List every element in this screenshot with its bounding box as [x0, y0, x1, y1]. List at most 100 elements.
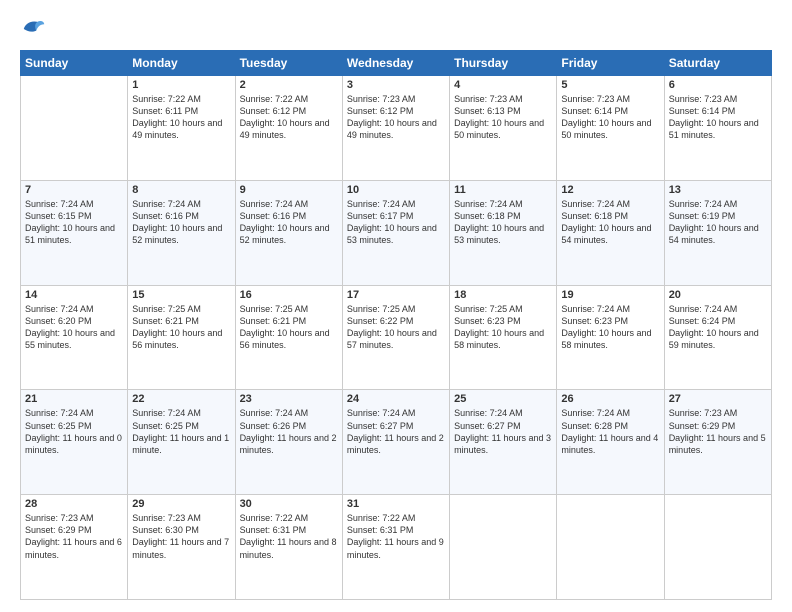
calendar-cell: 10 Sunrise: 7:24 AM Sunset: 6:17 PM Dayli… [342, 180, 449, 285]
calendar-week-2: 7Sunrise: 7:24 AM Sunset: 6:15 PM Daylig… [21, 180, 772, 285]
day-info: Sunrise: 7:24 AM Sunset: 6:26 PM Dayligh… [240, 407, 338, 456]
calendar-table: SundayMondayTuesdayWednesdayThursdayFrid… [20, 50, 772, 600]
day-info: Sunrise: 7:24 AM Sunset: 6:25 PM Dayligh… [25, 407, 123, 456]
calendar-cell: 3 Sunrise: 7:23 AM Sunset: 6:12 PM Daylig… [342, 76, 449, 181]
calendar-cell: 30 Sunrise: 7:22 AM Sunset: 6:31 PM Dayli… [235, 495, 342, 600]
calendar-header-sunday: Sunday [21, 51, 128, 76]
calendar-cell: 24 Sunrise: 7:24 AM Sunset: 6:27 PM Dayli… [342, 390, 449, 495]
day-info: Sunrise: 7:24 AM Sunset: 6:28 PM Dayligh… [561, 407, 659, 456]
day-info: Sunrise: 7:24 AM Sunset: 6:24 PM Dayligh… [669, 303, 767, 352]
header [20, 16, 772, 40]
day-info: Sunrise: 7:24 AM Sunset: 6:19 PM Dayligh… [669, 198, 767, 247]
calendar-cell [450, 495, 557, 600]
calendar-cell: 7Sunrise: 7:24 AM Sunset: 6:15 PM Daylig… [21, 180, 128, 285]
calendar-cell: 21 Sunrise: 7:24 AM Sunset: 6:25 PM Dayli… [21, 390, 128, 495]
calendar-week-4: 21 Sunrise: 7:24 AM Sunset: 6:25 PM Dayli… [21, 390, 772, 495]
calendar-cell: 17 Sunrise: 7:25 AM Sunset: 6:22 PM Dayli… [342, 285, 449, 390]
calendar-cell: 13Sunrise: 7:24 AM Sunset: 6:19 PM Dayli… [664, 180, 771, 285]
calendar-cell: 23 Sunrise: 7:24 AM Sunset: 6:26 PM Dayli… [235, 390, 342, 495]
calendar-cell [21, 76, 128, 181]
calendar-cell: 4 Sunrise: 7:23 AM Sunset: 6:13 PM Daylig… [450, 76, 557, 181]
calendar-cell [664, 495, 771, 600]
day-info: Sunrise: 7:24 AM Sunset: 6:16 PM Dayligh… [132, 198, 230, 247]
day-number: 4 [454, 79, 552, 91]
calendar-cell [557, 495, 664, 600]
calendar-cell: 22 Sunrise: 7:24 AM Sunset: 6:25 PM Dayli… [128, 390, 235, 495]
day-info: Sunrise: 7:24 AM Sunset: 6:23 PM Dayligh… [561, 303, 659, 352]
day-number: 17 [347, 289, 445, 301]
calendar-cell: 27Sunrise: 7:23 AM Sunset: 6:29 PM Dayli… [664, 390, 771, 495]
day-info: Sunrise: 7:25 AM Sunset: 6:22 PM Dayligh… [347, 303, 445, 352]
calendar-cell: 26 Sunrise: 7:24 AM Sunset: 6:28 PM Dayli… [557, 390, 664, 495]
calendar-cell: 5Sunrise: 7:23 AM Sunset: 6:14 PM Daylig… [557, 76, 664, 181]
day-number: 9 [240, 184, 338, 196]
calendar-cell: 15 Sunrise: 7:25 AM Sunset: 6:21 PM Dayli… [128, 285, 235, 390]
day-info: Sunrise: 7:24 AM Sunset: 6:27 PM Dayligh… [347, 407, 445, 456]
day-info: Sunrise: 7:23 AM Sunset: 6:12 PM Dayligh… [347, 93, 445, 142]
calendar-cell: 16Sunrise: 7:25 AM Sunset: 6:21 PM Dayli… [235, 285, 342, 390]
calendar-week-1: 1 Sunrise: 7:22 AM Sunset: 6:11 PM Daylig… [21, 76, 772, 181]
day-number: 1 [132, 79, 230, 91]
day-number: 5 [561, 79, 659, 91]
day-number: 21 [25, 393, 123, 405]
day-number: 20 [669, 289, 767, 301]
calendar-week-5: 28 Sunrise: 7:23 AM Sunset: 6:29 PM Dayli… [21, 495, 772, 600]
day-number: 6 [669, 79, 767, 91]
day-number: 25 [454, 393, 552, 405]
day-info: Sunrise: 7:24 AM Sunset: 6:25 PM Dayligh… [132, 407, 230, 456]
day-number: 26 [561, 393, 659, 405]
day-info: Sunrise: 7:23 AM Sunset: 6:14 PM Dayligh… [669, 93, 767, 142]
day-number: 18 [454, 289, 552, 301]
day-info: Sunrise: 7:24 AM Sunset: 6:17 PM Dayligh… [347, 198, 445, 247]
page: SundayMondayTuesdayWednesdayThursdayFrid… [0, 0, 792, 612]
day-number: 23 [240, 393, 338, 405]
calendar-cell: 1 Sunrise: 7:22 AM Sunset: 6:11 PM Daylig… [128, 76, 235, 181]
day-number: 22 [132, 393, 230, 405]
day-number: 30 [240, 498, 338, 510]
day-info: Sunrise: 7:25 AM Sunset: 6:21 PM Dayligh… [132, 303, 230, 352]
day-info: Sunrise: 7:24 AM Sunset: 6:20 PM Dayligh… [25, 303, 123, 352]
day-number: 24 [347, 393, 445, 405]
calendar-header-row: SundayMondayTuesdayWednesdayThursdayFrid… [21, 51, 772, 76]
calendar-cell: 14 Sunrise: 7:24 AM Sunset: 6:20 PM Dayli… [21, 285, 128, 390]
calendar-cell: 18 Sunrise: 7:25 AM Sunset: 6:23 PM Dayli… [450, 285, 557, 390]
day-number: 2 [240, 79, 338, 91]
calendar-header-saturday: Saturday [664, 51, 771, 76]
day-info: Sunrise: 7:25 AM Sunset: 6:23 PM Dayligh… [454, 303, 552, 352]
day-number: 8 [132, 184, 230, 196]
calendar-cell: 9 Sunrise: 7:24 AM Sunset: 6:16 PM Daylig… [235, 180, 342, 285]
day-number: 29 [132, 498, 230, 510]
calendar-cell: 2Sunrise: 7:22 AM Sunset: 6:12 PM Daylig… [235, 76, 342, 181]
calendar-cell: 12 Sunrise: 7:24 AM Sunset: 6:18 PM Dayli… [557, 180, 664, 285]
day-number: 14 [25, 289, 123, 301]
day-info: Sunrise: 7:22 AM Sunset: 6:31 PM Dayligh… [240, 512, 338, 561]
day-number: 12 [561, 184, 659, 196]
calendar-cell: 28 Sunrise: 7:23 AM Sunset: 6:29 PM Dayli… [21, 495, 128, 600]
day-info: Sunrise: 7:24 AM Sunset: 6:18 PM Dayligh… [561, 198, 659, 247]
calendar-header-thursday: Thursday [450, 51, 557, 76]
day-info: Sunrise: 7:24 AM Sunset: 6:16 PM Dayligh… [240, 198, 338, 247]
calendar-week-3: 14 Sunrise: 7:24 AM Sunset: 6:20 PM Dayli… [21, 285, 772, 390]
calendar-cell: 19Sunrise: 7:24 AM Sunset: 6:23 PM Dayli… [557, 285, 664, 390]
calendar-cell: 11Sunrise: 7:24 AM Sunset: 6:18 PM Dayli… [450, 180, 557, 285]
day-info: Sunrise: 7:24 AM Sunset: 6:18 PM Dayligh… [454, 198, 552, 247]
day-number: 15 [132, 289, 230, 301]
day-info: Sunrise: 7:23 AM Sunset: 6:29 PM Dayligh… [25, 512, 123, 561]
day-info: Sunrise: 7:23 AM Sunset: 6:13 PM Dayligh… [454, 93, 552, 142]
calendar-header-friday: Friday [557, 51, 664, 76]
day-number: 10 [347, 184, 445, 196]
day-info: Sunrise: 7:22 AM Sunset: 6:11 PM Dayligh… [132, 93, 230, 142]
day-info: Sunrise: 7:22 AM Sunset: 6:31 PM Dayligh… [347, 512, 445, 561]
calendar-cell: 29Sunrise: 7:23 AM Sunset: 6:30 PM Dayli… [128, 495, 235, 600]
calendar-header-wednesday: Wednesday [342, 51, 449, 76]
calendar-cell: 8 Sunrise: 7:24 AM Sunset: 6:16 PM Daylig… [128, 180, 235, 285]
calendar-header-tuesday: Tuesday [235, 51, 342, 76]
day-number: 3 [347, 79, 445, 91]
day-number: 16 [240, 289, 338, 301]
calendar-cell: 6 Sunrise: 7:23 AM Sunset: 6:14 PM Daylig… [664, 76, 771, 181]
day-number: 28 [25, 498, 123, 510]
calendar-cell: 25Sunrise: 7:24 AM Sunset: 6:27 PM Dayli… [450, 390, 557, 495]
calendar-cell: 31Sunrise: 7:22 AM Sunset: 6:31 PM Dayli… [342, 495, 449, 600]
day-number: 7 [25, 184, 123, 196]
day-number: 27 [669, 393, 767, 405]
